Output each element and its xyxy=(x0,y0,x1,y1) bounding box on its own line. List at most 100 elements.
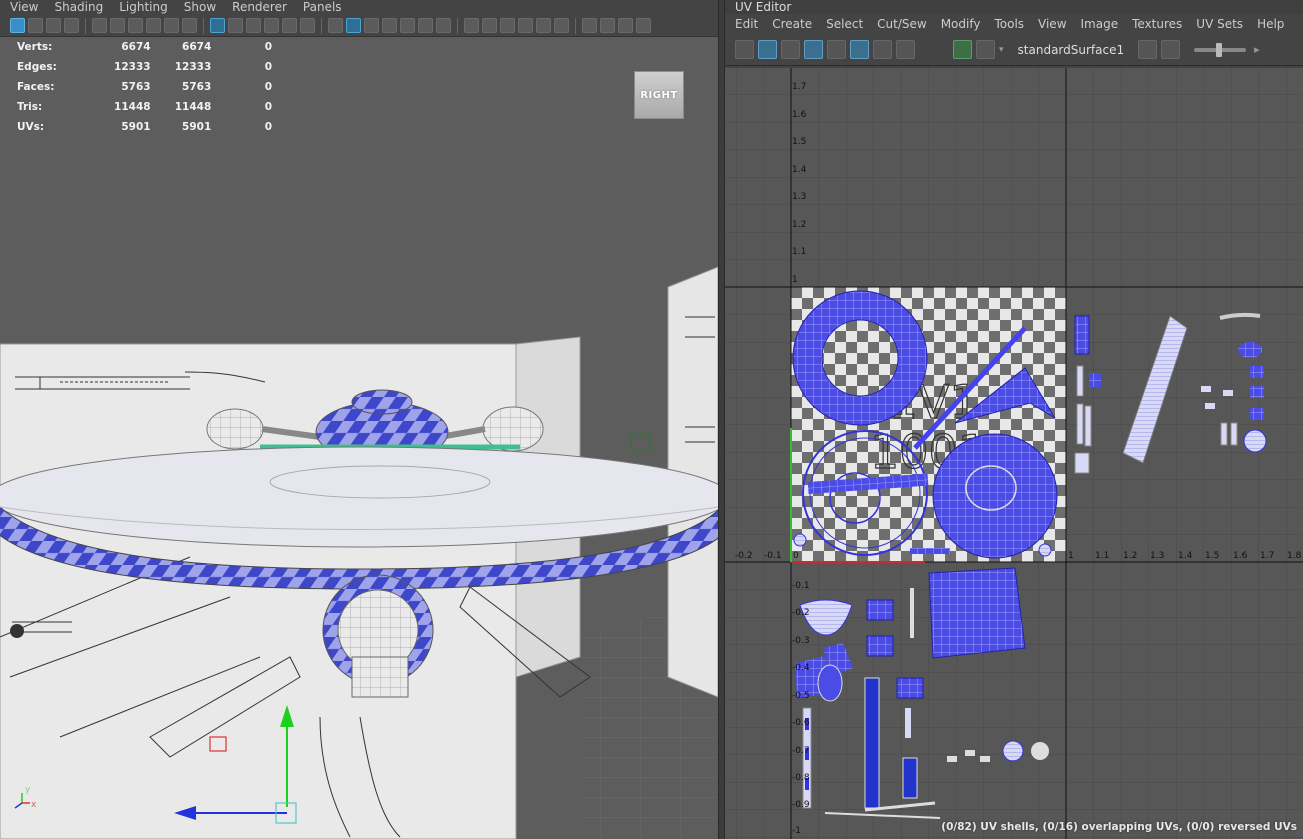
film-gate-toggle-icon[interactable] xyxy=(228,18,243,33)
isolate-select-icon[interactable] xyxy=(582,18,597,33)
menu-show[interactable]: Show xyxy=(184,0,216,15)
textured-icon[interactable] xyxy=(400,18,415,33)
safe-action-icon[interactable] xyxy=(246,18,261,33)
u-label: 1.1 xyxy=(1095,551,1110,561)
ambient-occlusion-icon[interactable] xyxy=(518,18,533,33)
uv-status-bar: (0/82) UV shells, (0/16) overlapping UVs… xyxy=(941,821,1297,833)
uv-pixel-snap-icon[interactable] xyxy=(873,40,892,59)
exposure-slider[interactable] xyxy=(1194,42,1247,57)
rgb-channels-icon[interactable] xyxy=(1138,40,1158,59)
menu-renderer[interactable]: Renderer xyxy=(232,0,287,15)
slider-arrow-icon[interactable]: ▸ xyxy=(1254,43,1260,56)
uv-distortion-icon[interactable] xyxy=(758,40,777,59)
alpha-channel-icon[interactable] xyxy=(1161,40,1181,59)
safe-title-icon[interactable] xyxy=(264,18,279,33)
grid-icon[interactable] xyxy=(210,18,225,33)
uv-grid-icon[interactable] xyxy=(850,40,869,59)
uv-checker-map-icon[interactable] xyxy=(804,40,823,59)
perspective-viewport[interactable]: View Shading Lighting Show Renderer Pane… xyxy=(0,0,718,839)
shadows-icon[interactable] xyxy=(436,18,451,33)
menu-shading[interactable]: Shading xyxy=(54,0,103,15)
v-neg-label: -0.9 xyxy=(792,800,810,810)
wireframe-icon[interactable] xyxy=(328,18,343,33)
xray-joints-icon[interactable] xyxy=(482,18,497,33)
smooth-shade-icon[interactable] xyxy=(346,18,361,33)
menu-view[interactable]: View xyxy=(10,0,38,15)
uv-isolate-icon[interactable] xyxy=(827,40,846,59)
uv-texture-borders-icon[interactable] xyxy=(781,40,800,59)
hud-label: UVs: xyxy=(17,121,45,133)
u-label: -0.2 xyxy=(735,551,753,561)
uv-editor-toolbar: ▾ standardSurface1 ▸ xyxy=(725,34,1303,66)
light-icon[interactable] xyxy=(418,18,433,33)
default-material-icon[interactable] xyxy=(364,18,379,33)
color-management-icon[interactable] xyxy=(618,18,633,33)
uv-menu-uv-sets[interactable]: UV Sets xyxy=(1196,17,1243,32)
uv-menu-tools[interactable]: Tools xyxy=(994,17,1024,32)
uv-checkerboard-icon[interactable] xyxy=(976,40,995,59)
dropdown-arrow-icon[interactable]: ▾ xyxy=(999,45,1004,55)
uv-menu-modify[interactable]: Modify xyxy=(941,17,981,32)
camera-icon[interactable] xyxy=(92,18,107,33)
uv-editor-panel: UV Editor Edit Create Select Cut/Sew Mod… xyxy=(725,0,1303,839)
xray-active-icon[interactable] xyxy=(500,18,515,33)
hud-value: 0 xyxy=(264,81,272,93)
hud-label: Faces: xyxy=(17,81,55,93)
select-camera-icon[interactable] xyxy=(10,18,25,33)
shader-selector[interactable]: standardSurface1 xyxy=(1018,43,1125,57)
uv-menu-image[interactable]: Image xyxy=(1081,17,1119,32)
panel-divider[interactable] xyxy=(718,0,725,839)
hud-value: 6674 xyxy=(182,41,212,53)
v-neg-label: -0.7 xyxy=(792,746,810,756)
u-label: 1.5 xyxy=(1205,551,1220,561)
hud-value: 5901 xyxy=(182,121,212,133)
v-neg-label: -1 xyxy=(792,826,801,836)
uv-menu-help[interactable]: Help xyxy=(1257,17,1284,32)
uv-shell-border-icon[interactable] xyxy=(735,40,754,59)
motion-blur-icon[interactable] xyxy=(536,18,551,33)
toolbar-separator xyxy=(85,17,86,34)
v-neg-label: -0.5 xyxy=(792,691,810,701)
antialias-icon[interactable] xyxy=(554,18,569,33)
wireframe-on-shaded-icon[interactable] xyxy=(382,18,397,33)
hud-value: 0 xyxy=(264,61,272,73)
hud-label: Verts: xyxy=(17,41,53,53)
gamma-icon[interactable] xyxy=(600,18,615,33)
field-chart-icon[interactable] xyxy=(164,18,179,33)
poly-count-hud: Verts: 6674 6674 0 Edges: 12333 12333 0 … xyxy=(10,37,272,137)
image-plane-icon[interactable] xyxy=(64,18,79,33)
v-label: 1.5 xyxy=(792,137,807,147)
exposure-icon[interactable] xyxy=(636,18,651,33)
resolution-gate-icon[interactable] xyxy=(128,18,143,33)
uv-display-image-icon[interactable] xyxy=(953,40,972,59)
xray-icon[interactable] xyxy=(464,18,479,33)
image-plane-toggle-icon[interactable] xyxy=(282,18,297,33)
v-label: 1.4 xyxy=(792,165,807,175)
saucer-top xyxy=(0,446,718,548)
text-hud-icon[interactable] xyxy=(300,18,315,33)
hud-value: 12333 xyxy=(114,61,151,73)
uv-menu-select[interactable]: Select xyxy=(826,17,863,32)
uv-menu-edit[interactable]: Edit xyxy=(735,17,758,32)
u-label: 1.8 xyxy=(1287,551,1302,561)
bookmark-icon[interactable] xyxy=(46,18,61,33)
uv-menu-textures[interactable]: Textures xyxy=(1132,17,1182,32)
v-label: 1.2 xyxy=(792,220,807,230)
menu-panels[interactable]: Panels xyxy=(303,0,342,15)
uv-canvas[interactable]: U1V1 1001 1.7 1.6 1.5 1.4 1.3 1.2 1.1 1 … xyxy=(725,68,1303,839)
gate-mask-icon[interactable] xyxy=(146,18,161,33)
brush-icon[interactable] xyxy=(182,18,197,33)
camera-attributes-icon[interactable] xyxy=(28,18,43,33)
uv-snapshot-icon[interactable] xyxy=(896,40,915,59)
film-gate-icon[interactable] xyxy=(110,18,125,33)
hud-label: Edges: xyxy=(17,61,57,73)
view-cube[interactable]: RIGHT xyxy=(634,71,684,119)
uv-menu-create[interactable]: Create xyxy=(772,17,812,32)
uv-axis-labels: 1.7 1.6 1.5 1.4 1.3 1.2 1.1 1 -0.2 -0.1 … xyxy=(725,68,1303,839)
menu-lighting[interactable]: Lighting xyxy=(119,0,168,15)
uv-menu-view[interactable]: View xyxy=(1038,17,1066,32)
hud-value: 11448 xyxy=(114,101,151,113)
v-label: 1.3 xyxy=(792,192,807,202)
exposure-slider-handle[interactable] xyxy=(1216,42,1223,57)
uv-menu-cut-sew[interactable]: Cut/Sew xyxy=(877,17,927,32)
